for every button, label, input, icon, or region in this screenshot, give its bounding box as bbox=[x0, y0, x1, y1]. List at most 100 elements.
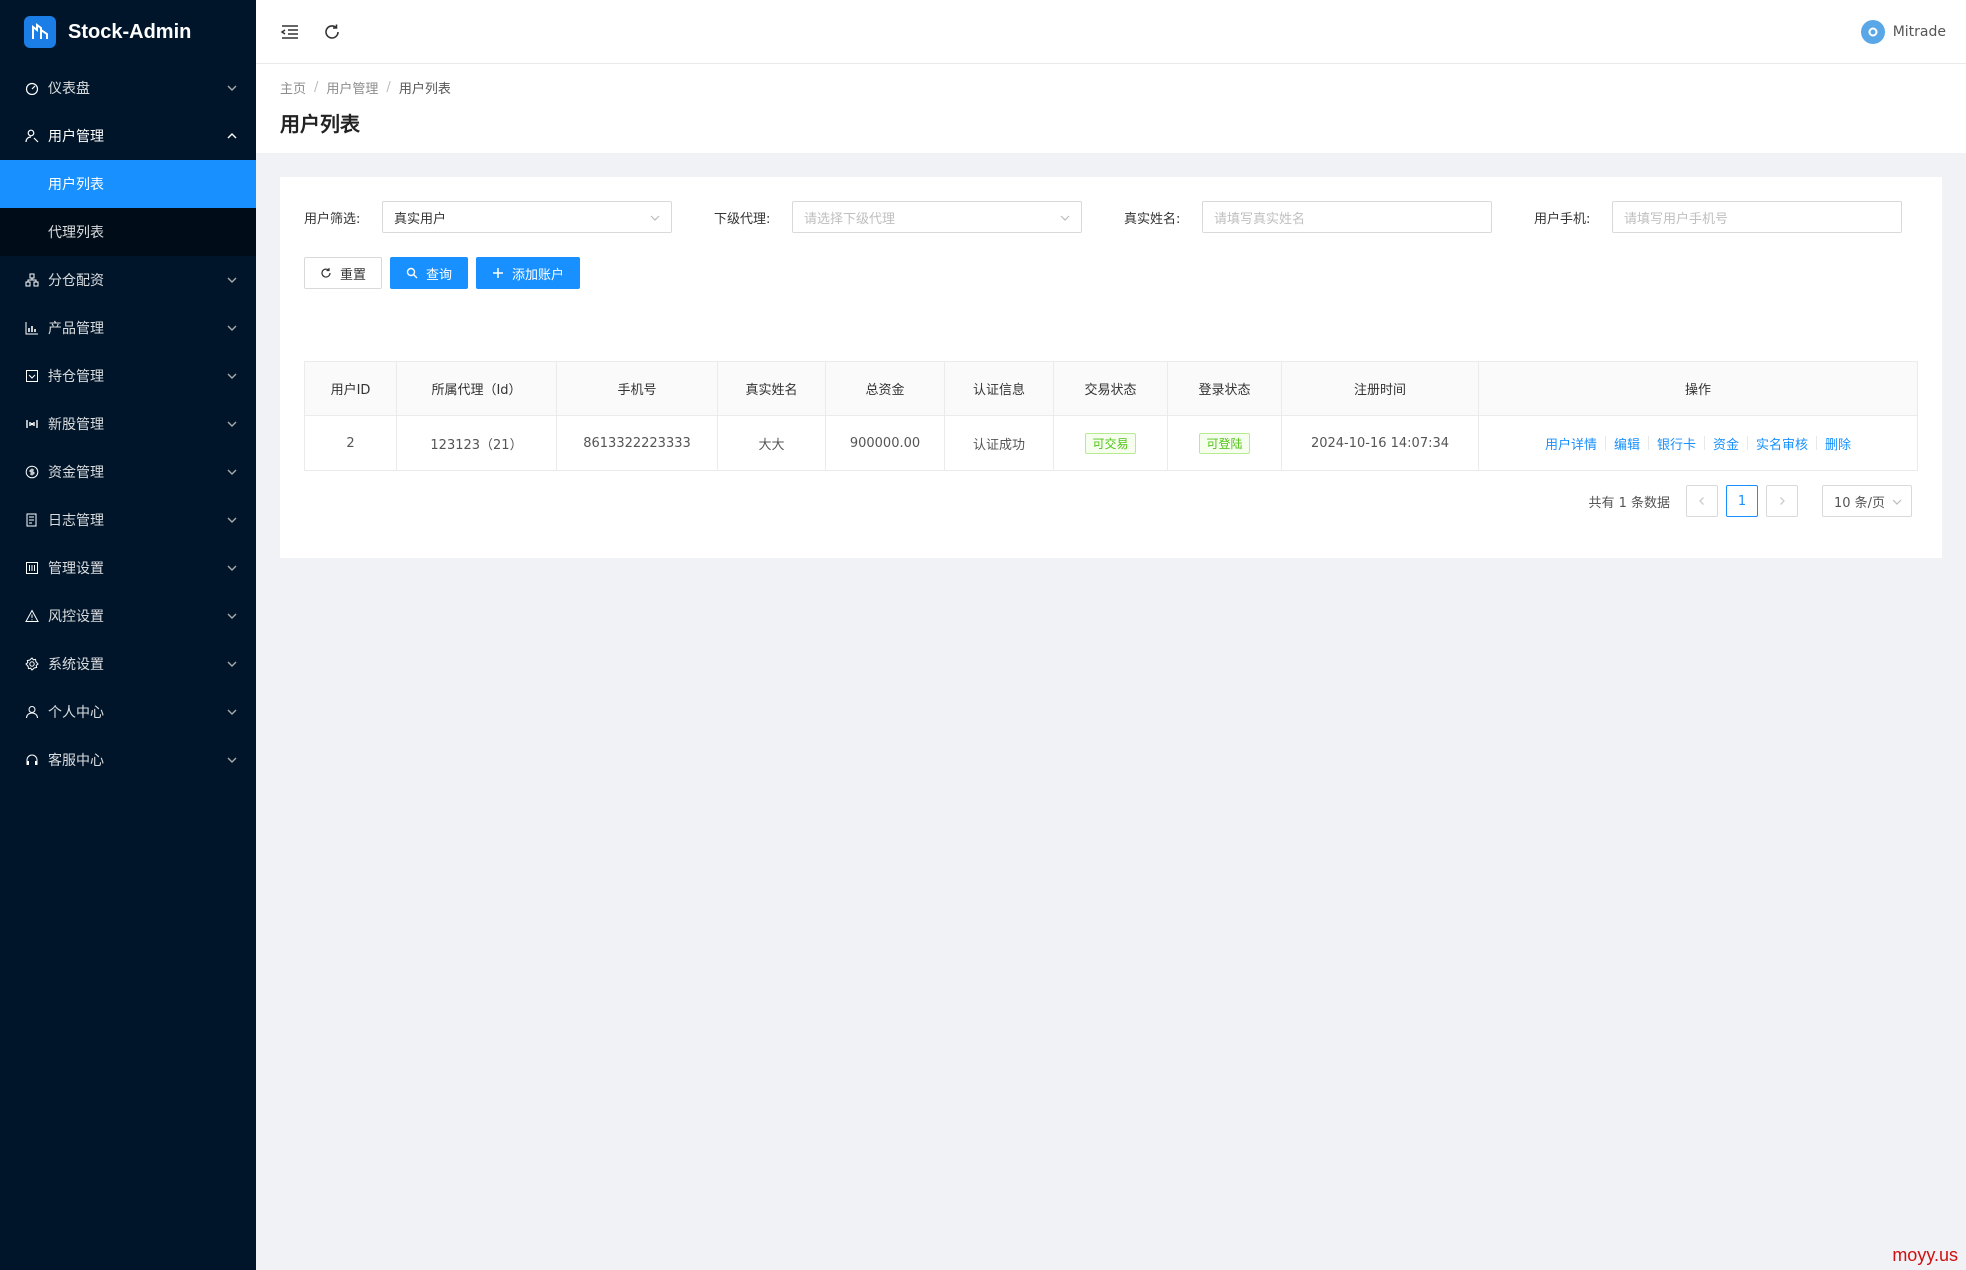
next-page-button[interactable] bbox=[1766, 485, 1798, 517]
filter-real-name: 真实姓名: 请填写真实姓名 bbox=[1124, 201, 1508, 233]
user-filter-select[interactable]: 真实用户 bbox=[382, 201, 672, 233]
chevron-down-icon bbox=[227, 613, 237, 619]
column-header[interactable]: 认证信息 bbox=[945, 362, 1054, 415]
button-label: 添加账户 bbox=[512, 267, 565, 283]
sidebar-item-support[interactable]: 客服中心 bbox=[0, 736, 256, 784]
sidebar-item-agent-list[interactable]: 代理列表 bbox=[0, 208, 256, 256]
total-count: 共有 1 条数据 bbox=[1588, 495, 1670, 511]
column-header[interactable]: 所属代理（Id） bbox=[397, 362, 557, 415]
avatar bbox=[1860, 20, 1885, 44]
top-header: Mitrade bbox=[256, 0, 1966, 64]
sidebar-item-user-manage[interactable]: 用户管理 bbox=[0, 112, 256, 160]
page-title: 用户列表 bbox=[280, 112, 360, 136]
user-menu[interactable]: Mitrade bbox=[1860, 0, 1946, 64]
cell-real-name: 大大 bbox=[718, 416, 826, 470]
edit-link[interactable]: 编辑 bbox=[1614, 434, 1640, 453]
bank-card-link[interactable]: 银行卡 bbox=[1657, 434, 1696, 453]
position-icon bbox=[24, 368, 40, 384]
sidebar-item-admin-settings[interactable]: 管理设置 bbox=[0, 544, 256, 592]
column-header[interactable]: 手机号 bbox=[557, 362, 718, 415]
input-placeholder: 请填写用户手机号 bbox=[1624, 211, 1729, 227]
breadcrumb-home[interactable]: 主页 bbox=[280, 78, 306, 97]
watermark: moyy.us bbox=[1892, 1245, 1958, 1265]
real-name-input[interactable]: 请填写真实姓名 bbox=[1202, 201, 1492, 233]
breadcrumb: 主页 / 用户管理 / 用户列表 bbox=[280, 76, 1942, 98]
chevron-down-icon bbox=[227, 325, 237, 331]
funds-link[interactable]: 资金 bbox=[1713, 434, 1739, 453]
breadcrumb-separator: / bbox=[314, 79, 319, 95]
user-table: 用户ID 所属代理（Id） 手机号 真实姓名 总资金 认证信息 交易状态 登录状… bbox=[304, 361, 1918, 471]
user-detail-link[interactable]: 用户详情 bbox=[1545, 434, 1597, 453]
sidebar-item-dashboard[interactable]: 仪表盘 bbox=[0, 64, 256, 112]
divider bbox=[1604, 436, 1606, 450]
ipo-icon bbox=[24, 416, 40, 432]
column-header[interactable]: 交易状态 bbox=[1054, 362, 1168, 415]
sidebar-item-products[interactable]: 产品管理 bbox=[0, 304, 256, 352]
divider bbox=[1747, 436, 1749, 450]
button-label: 重置 bbox=[340, 267, 367, 283]
column-header: 操作 bbox=[1684, 383, 1711, 398]
sidebar-item-risk[interactable]: 风控设置 bbox=[0, 592, 256, 640]
sidebar-item-positions[interactable]: 持仓管理 bbox=[0, 352, 256, 400]
prev-page-button[interactable] bbox=[1686, 485, 1718, 517]
filter-phone: 用户手机: 请填写用户手机号 bbox=[1534, 201, 1918, 233]
sidebar: Stock-Admin 仪表盘 用户管理 用户列表 代理列表 分仓配资 产品管理… bbox=[0, 0, 256, 1270]
chevron-down-icon bbox=[227, 373, 237, 379]
sidebar-item-label: 产品管理 bbox=[48, 321, 104, 337]
sidebar-item-user-list[interactable]: 用户列表 bbox=[0, 160, 256, 208]
sidebar-item-ipo[interactable]: 新股管理 bbox=[0, 400, 256, 448]
chevron-down-icon bbox=[1892, 499, 1902, 505]
filter-label: 真实姓名: bbox=[1124, 211, 1181, 227]
sidebar-item-label: 管理设置 bbox=[48, 561, 104, 577]
phone-input[interactable]: 请填写用户手机号 bbox=[1612, 201, 1902, 233]
filter-user-type: 用户筛选: 真实用户 bbox=[304, 201, 688, 233]
page-size-select[interactable]: 10 条/页 bbox=[1822, 485, 1912, 517]
search-button[interactable]: 查询 bbox=[390, 257, 469, 289]
reset-button[interactable]: 重置 bbox=[304, 257, 383, 289]
sidebar-item-funds[interactable]: 资金管理 bbox=[0, 448, 256, 496]
logo[interactable]: Stock-Admin bbox=[0, 0, 256, 64]
column-header[interactable]: 登录状态 bbox=[1168, 362, 1282, 415]
cell-trade-status: 可交易 bbox=[1054, 416, 1168, 470]
sidebar-item-label: 仪表盘 bbox=[48, 81, 90, 97]
chevron-down-icon bbox=[227, 469, 237, 475]
app-title: Stock-Admin bbox=[68, 20, 192, 43]
add-account-button[interactable]: 添加账户 bbox=[476, 257, 581, 289]
chevron-down-icon bbox=[227, 757, 237, 763]
sidebar-item-profile[interactable]: 个人中心 bbox=[0, 688, 256, 736]
cell-auth-info: 认证成功 bbox=[945, 416, 1054, 470]
sidebar-item-label: 持仓管理 bbox=[48, 369, 104, 385]
refresh-icon[interactable] bbox=[320, 20, 344, 44]
sidebar-item-logs[interactable]: 日志管理 bbox=[0, 496, 256, 544]
menu-fold-icon[interactable] bbox=[278, 20, 302, 44]
column-header[interactable]: 注册时间 bbox=[1282, 362, 1479, 415]
user-name: Mitrade bbox=[1892, 24, 1946, 40]
cell-agent: 123123（21） bbox=[397, 416, 557, 470]
chart-icon bbox=[24, 320, 40, 336]
column-header[interactable]: 用户ID bbox=[305, 362, 397, 415]
column-header[interactable]: 总资金 bbox=[826, 362, 945, 415]
filter-label: 下级代理: bbox=[714, 211, 771, 227]
breadcrumb-separator: / bbox=[386, 79, 391, 95]
cell-login-status: 可登陆 bbox=[1168, 416, 1282, 470]
column-header[interactable]: 真实姓名 bbox=[718, 362, 826, 415]
sidebar-item-label: 分仓配资 bbox=[48, 273, 104, 289]
admin-settings-icon bbox=[24, 560, 40, 576]
sub-agent-select[interactable]: 请选择下级代理 bbox=[792, 201, 1082, 233]
page-button[interactable]: 1 bbox=[1726, 485, 1758, 517]
button-label: 查询 bbox=[426, 267, 453, 283]
delete-link[interactable]: 删除 bbox=[1825, 434, 1851, 453]
pagination: 共有 1 条数据 1 10 条/页 bbox=[304, 485, 1918, 517]
real-name-review-link[interactable]: 实名审核 bbox=[1756, 434, 1808, 453]
select-value: 真实用户 bbox=[394, 211, 447, 227]
chevron-right-icon bbox=[1780, 497, 1785, 505]
dashboard-icon bbox=[24, 80, 40, 96]
sidebar-item-label: 日志管理 bbox=[48, 513, 104, 529]
breadcrumb-user-manage[interactable]: 用户管理 bbox=[326, 78, 378, 97]
sidebar-item-system[interactable]: 系统设置 bbox=[0, 640, 256, 688]
status-badge: 可登陆 bbox=[1199, 432, 1250, 454]
filter-row: 用户筛选: 真实用户 下级代理: 请选择下级代理 真实姓名: 请填写真实姓名 用… bbox=[304, 201, 1918, 233]
page-size-value: 10 条/页 bbox=[1834, 495, 1886, 511]
sidebar-item-allocation[interactable]: 分仓配资 bbox=[0, 256, 256, 304]
sidebar-item-label: 个人中心 bbox=[48, 705, 104, 721]
